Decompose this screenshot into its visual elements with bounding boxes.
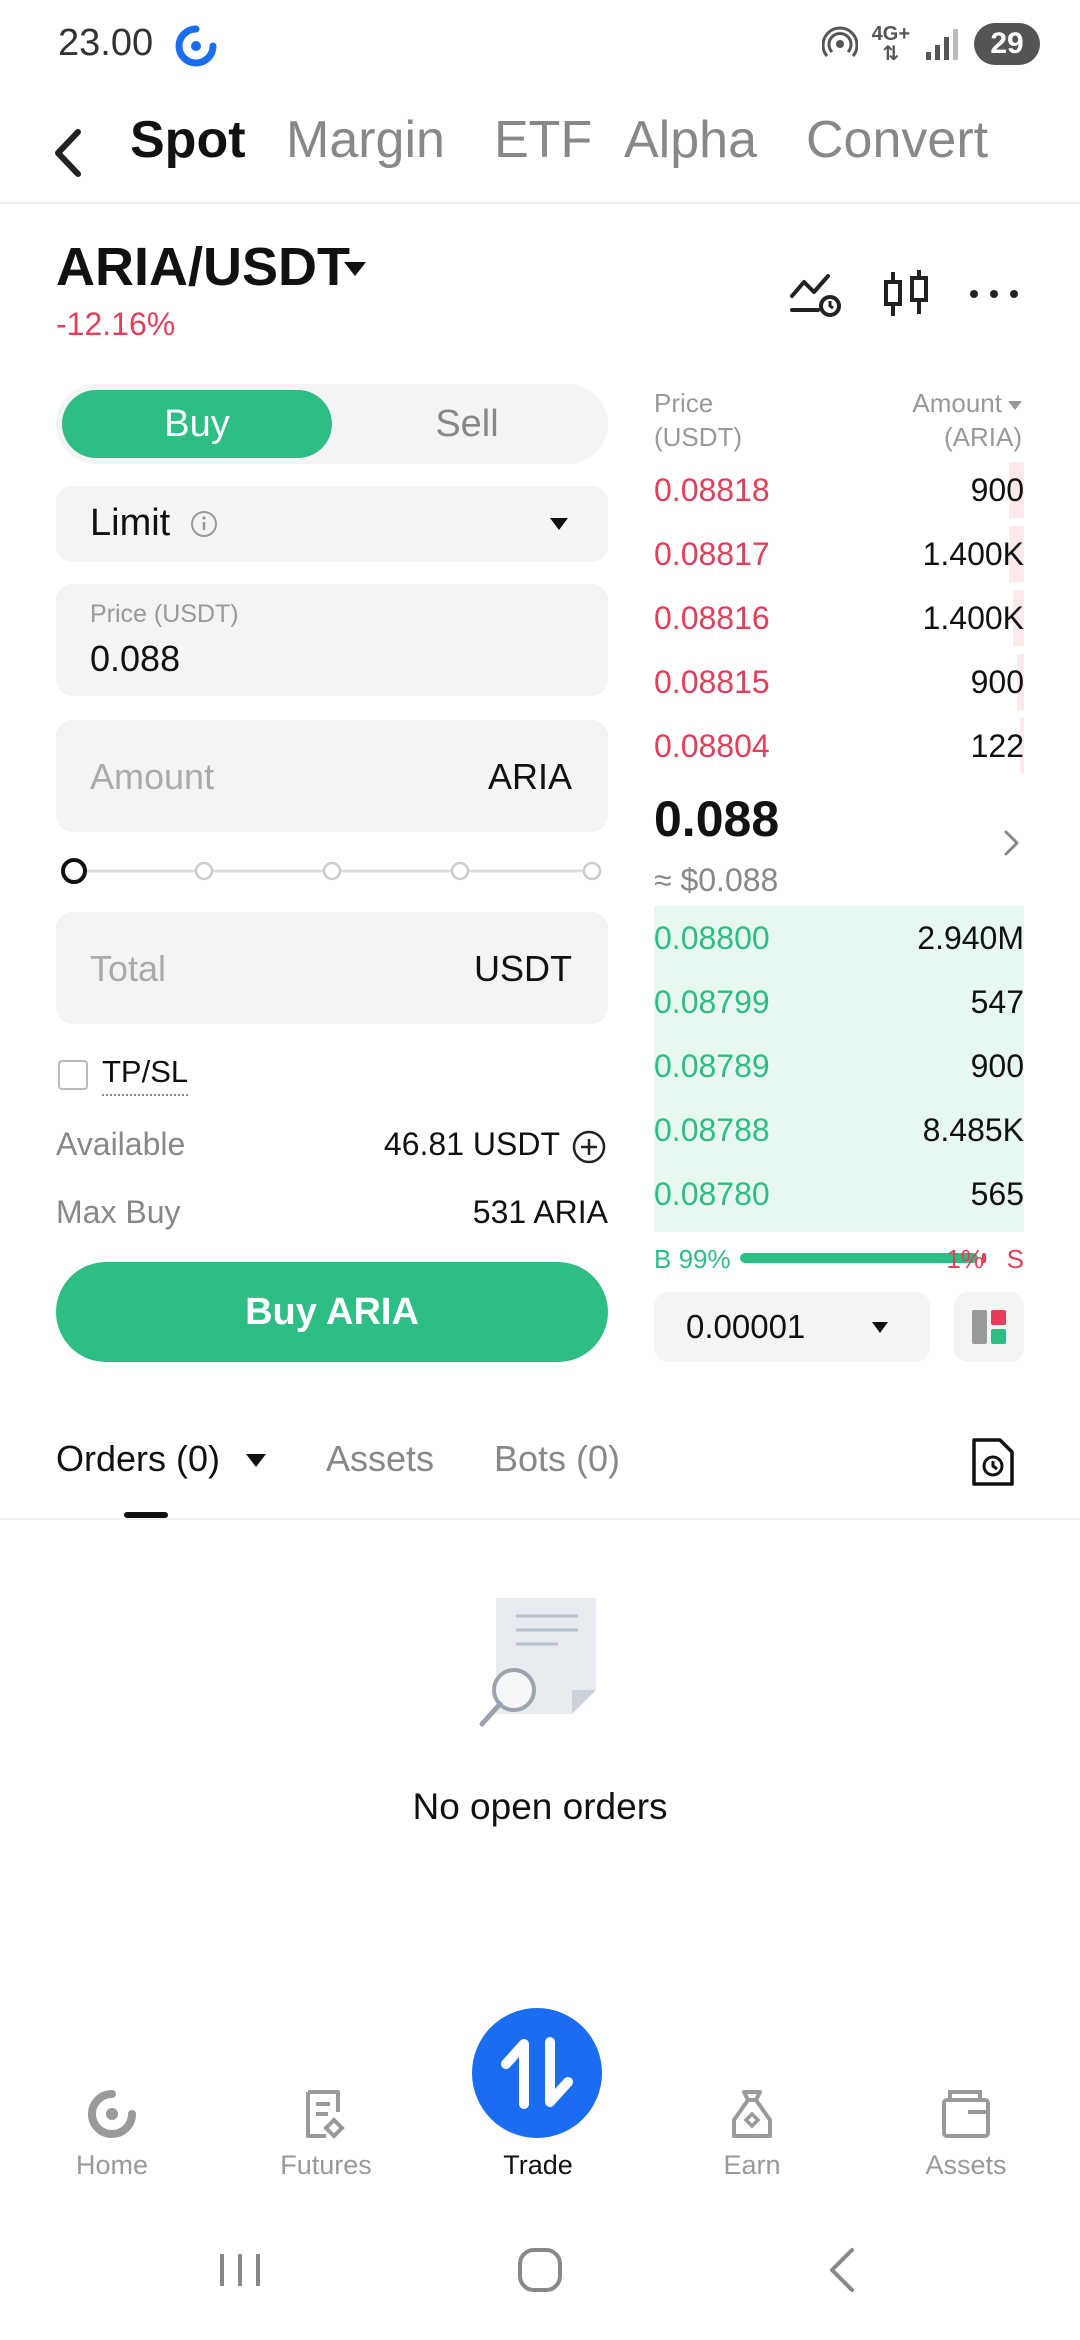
ask-row[interactable]: 0.08816 1.400K: [654, 586, 1024, 650]
add-funds-icon[interactable]: [572, 1130, 606, 1164]
home-icon: [88, 2090, 136, 2138]
pair-selector[interactable]: ARIA/USDT: [56, 236, 350, 298]
system-back-icon[interactable]: [814, 2240, 874, 2300]
ask-row[interactable]: 0.08804 122: [654, 714, 1024, 778]
nav-earn[interactable]: Earn: [672, 2086, 832, 2181]
ask-row[interactable]: 0.08818 900: [654, 458, 1024, 522]
tab-etf[interactable]: ETF: [494, 110, 592, 170]
home-button-icon[interactable]: [510, 2240, 570, 2300]
total-input[interactable]: Total USDT: [56, 912, 608, 1024]
bid-row[interactable]: 0.08788 8.485K: [654, 1098, 1024, 1162]
sell-ratio-label: 1%: [946, 1244, 984, 1274]
order-type-value: Limit: [90, 502, 171, 544]
tab-convert[interactable]: Convert: [806, 110, 988, 170]
tab-bots[interactable]: Bots (0): [494, 1438, 620, 1480]
orderbook-asks: 0.08818 900 0.08817 1.400K 0.08816 1.400K 0…: [654, 458, 1024, 778]
max-buy-value: 531 ARIA: [472, 1194, 608, 1230]
buy-sell-ratio: B 99% 1% S: [654, 1240, 1024, 1274]
last-price-usd: ≈ $0.088: [654, 862, 779, 898]
no-orders-illustration-icon: [479, 1598, 596, 1727]
status-bar: 23.00 4G+ ⇅ 29: [0, 0, 1080, 88]
orderbook-bids: 0.08800 2.940M 0.08799 547 0.08789 900 0.08…: [654, 906, 1024, 1226]
recent-apps-icon[interactable]: [210, 2240, 270, 2300]
chevron-down-icon[interactable]: [246, 1454, 266, 1467]
ask-row[interactable]: 0.08815 900: [654, 650, 1024, 714]
layout-icon: [972, 1310, 1006, 1344]
sell-tab[interactable]: Sell: [332, 390, 602, 458]
total-placeholder: Total: [90, 948, 167, 989]
bid-row[interactable]: 0.08799 547: [654, 970, 1024, 1034]
orderbook-price-header: Price (USDT): [654, 388, 743, 452]
orderbook-amount-header[interactable]: Amount (ARIA): [912, 386, 1022, 454]
chevron-down-icon: [550, 518, 568, 530]
max-buy-label: Max Buy: [56, 1194, 181, 1230]
amount-slider[interactable]: [60, 856, 606, 886]
wallet-icon: [942, 2090, 990, 2138]
battery-icon: 29: [974, 23, 1040, 65]
amount-input[interactable]: Amount ARIA: [56, 720, 608, 832]
bid-row[interactable]: 0.08800 2.940M: [654, 906, 1024, 970]
orderbook-layout-button[interactable]: [954, 1292, 1024, 1362]
trade-arrows-icon: [501, 2037, 573, 2109]
tab-spot[interactable]: Spot: [130, 110, 246, 170]
status-icons: 4G+ ⇅ 29: [821, 20, 1040, 68]
price-input-value: 0.088: [90, 638, 181, 679]
available-label: Available: [56, 1126, 186, 1162]
status-time: 23.00: [58, 22, 154, 64]
amount-unit: ARIA: [487, 756, 572, 797]
price-input-label: Price (USDT): [90, 600, 239, 628]
tpsl-label[interactable]: TP/SL: [102, 1054, 189, 1096]
amount-placeholder: Amount: [90, 756, 215, 797]
market-type-tabs: Spot Margin ETF Alpha Convert: [0, 100, 1080, 204]
ask-row[interactable]: 0.08817 1.400K: [654, 522, 1024, 586]
candlestick-chart-icon[interactable]: [878, 266, 934, 322]
tab-orders[interactable]: Orders (0): [56, 1438, 220, 1480]
tab-alpha[interactable]: Alpha: [624, 110, 757, 170]
signal-icon: [926, 29, 958, 60]
bid-row[interactable]: 0.08789 900: [654, 1034, 1024, 1098]
divider: [0, 1518, 1080, 1520]
price-alert-icon[interactable]: [788, 266, 844, 322]
tpsl-checkbox[interactable]: [58, 1060, 88, 1090]
nav-futures[interactable]: Futures: [246, 2086, 406, 2181]
price-input[interactable]: Price (USDT) 0.088: [56, 584, 608, 696]
chevron-right-icon[interactable]: [998, 826, 1024, 860]
buy-ratio-bar: [740, 1253, 978, 1263]
bid-row[interactable]: 0.08780 565: [654, 1162, 1024, 1226]
chevron-down-icon[interactable]: [344, 262, 366, 276]
order-history-icon[interactable]: [970, 1436, 1016, 1488]
nav-assets[interactable]: Assets: [886, 2086, 1046, 2181]
buy-sell-toggle: Buy Sell: [56, 384, 608, 464]
last-price[interactable]: 0.088: [654, 790, 779, 848]
nav-trade[interactable]: [472, 2008, 602, 2138]
buy-tab[interactable]: Buy: [62, 390, 332, 458]
nav-trade-label[interactable]: Trade: [440, 2150, 636, 2181]
earn-icon: [732, 2090, 772, 2138]
app-logo-icon: [175, 25, 217, 67]
nav-home[interactable]: Home: [32, 2086, 192, 2181]
tab-margin[interactable]: Margin: [286, 110, 445, 170]
hotspot-icon: [821, 26, 858, 57]
info-icon[interactable]: [190, 510, 218, 538]
slider-thumb[interactable]: [61, 858, 87, 884]
network-type: 4G+ ⇅: [871, 23, 910, 65]
back-arrow-icon[interactable]: [40, 118, 100, 188]
precision-select[interactable]: 0.00001: [654, 1292, 930, 1362]
order-type-select[interactable]: Limit: [56, 486, 608, 562]
futures-icon: [306, 2090, 345, 2139]
tab-assets[interactable]: Assets: [326, 1438, 434, 1480]
empty-state-text: No open orders: [412, 1786, 668, 1827]
sort-caret-icon: [1008, 400, 1022, 410]
price-change-percent: -12.16%: [56, 306, 176, 342]
buy-submit-button[interactable]: Buy ARIA: [56, 1262, 608, 1362]
available-value: 46.81 USDT: [383, 1126, 560, 1162]
sell-letter: S: [1006, 1244, 1024, 1274]
chevron-down-icon: [872, 1322, 888, 1333]
precision-value: 0.00001: [686, 1308, 806, 1345]
more-options-icon[interactable]: [966, 266, 1022, 322]
buy-ratio-label: B 99%: [654, 1244, 731, 1274]
total-unit: USDT: [474, 948, 572, 989]
